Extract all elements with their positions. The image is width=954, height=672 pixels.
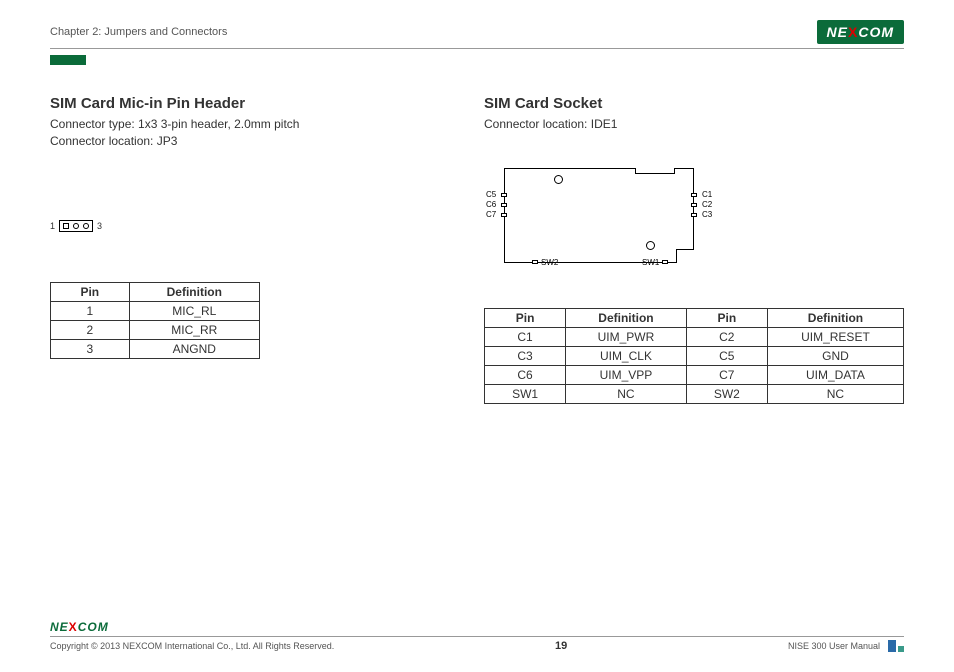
pin2-circle-icon xyxy=(73,223,79,229)
sim-pin-c6 xyxy=(501,203,507,207)
sim-hole-icon xyxy=(646,241,655,250)
pin3-circle-icon xyxy=(83,223,89,229)
sim-top-notch xyxy=(635,168,675,174)
sim-pin-c3 xyxy=(691,213,697,217)
jp3-pin-table: Pin Definition 1 MIC_RL 2 MIC_RR 3 ANGND xyxy=(50,282,260,359)
pin-header-box xyxy=(59,220,93,232)
manual-name: NISE 300 User Manual xyxy=(788,641,880,651)
footer-decor-icon xyxy=(888,640,904,652)
page-header: Chapter 2: Jumpers and Connectors NEXCOM xyxy=(50,20,904,49)
th-pin: Pin xyxy=(51,282,130,301)
sim-corner-notch xyxy=(676,249,694,263)
sim-socket-diagram: C5 C6 C7 C1 C2 C3 SW2 SW1 xyxy=(484,163,714,283)
copyright-text: Copyright © 2013 NEXCOM International Co… xyxy=(50,641,334,651)
table-row: C1 UIM_PWR C2 UIM_RESET xyxy=(485,327,904,346)
table-row: 1 MIC_RL xyxy=(51,301,260,320)
sim-pin-table: Pin Definition Pin Definition C1 UIM_PWR… xyxy=(484,308,904,404)
left-column: SIM Card Mic-in Pin Header Connector typ… xyxy=(50,95,444,404)
right-section-title: SIM Card Socket xyxy=(484,95,904,112)
nexcom-logo-small: NEXCOM xyxy=(50,620,904,634)
th-def: Definition xyxy=(129,282,259,301)
sim-body-outline xyxy=(504,168,694,263)
nexcom-logo: NEXCOM xyxy=(817,20,904,44)
sim-pin-c1 xyxy=(691,193,697,197)
jp3-diagram: 1 3 xyxy=(50,220,444,232)
right-column: SIM Card Socket Connector location: IDE1… xyxy=(484,95,904,404)
pin1-label: 1 xyxy=(50,221,55,231)
sim-hole-icon xyxy=(554,175,563,184)
sim-pin-c5 xyxy=(501,193,507,197)
table-row: 3 ANGND xyxy=(51,339,260,358)
page-number: 19 xyxy=(555,640,567,652)
table-row: SW1 NC SW2 NC xyxy=(485,384,904,403)
chapter-title: Chapter 2: Jumpers and Connectors xyxy=(50,26,227,38)
right-section-sub: Connector location: IDE1 xyxy=(484,116,904,133)
pin1-square-icon xyxy=(63,223,69,229)
page-footer: NEXCOM Copyright © 2013 NEXCOM Internati… xyxy=(50,620,904,652)
table-row: 2 MIC_RR xyxy=(51,320,260,339)
sim-pin-sw2 xyxy=(532,260,538,264)
table-row: C3 UIM_CLK C5 GND xyxy=(485,346,904,365)
left-section-title: SIM Card Mic-in Pin Header xyxy=(50,95,444,112)
sim-pin-sw1 xyxy=(662,260,668,264)
table-row: C6 UIM_VPP C7 UIM_DATA xyxy=(485,365,904,384)
pin3-label: 3 xyxy=(97,221,102,231)
sim-pin-c7 xyxy=(501,213,507,217)
green-tab-decoration xyxy=(50,55,86,65)
sim-pin-c2 xyxy=(691,203,697,207)
left-section-sub: Connector type: 1x3 3-pin header, 2.0mm … xyxy=(50,116,444,150)
